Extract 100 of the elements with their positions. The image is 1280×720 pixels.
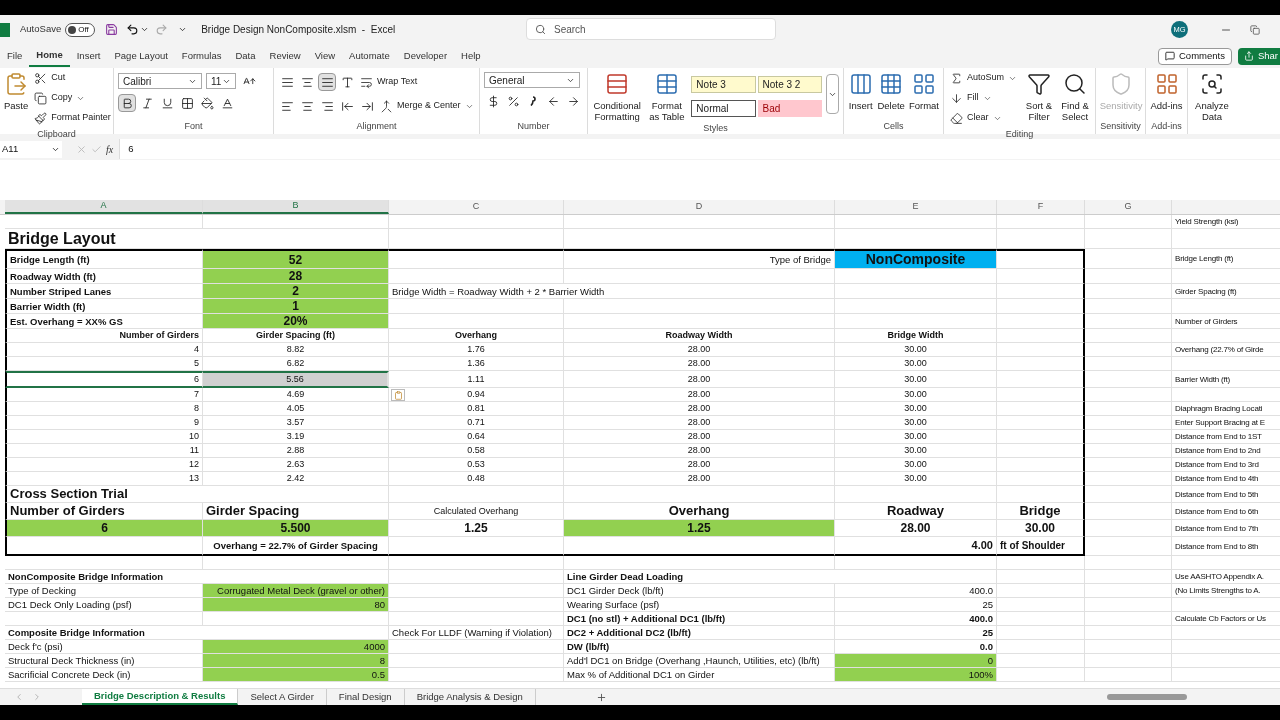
- delete-button[interactable]: Delete: [877, 68, 905, 120]
- caret-icon[interactable]: [140, 25, 150, 34]
- menu-tab[interactable]: Developer: [396, 45, 455, 67]
- column-heading: Bridge Width: [835, 329, 997, 343]
- insert-button[interactable]: Insert: [848, 68, 874, 120]
- input-cell: 2: [203, 284, 389, 299]
- autosave-toggle[interactable]: Off: [65, 22, 96, 37]
- table-cell: 28.00: [835, 520, 997, 537]
- menu-tab[interactable]: File: [0, 45, 30, 67]
- fill-color-button[interactable]: [198, 94, 216, 112]
- sheet-tab[interactable]: Select A Girder: [238, 689, 327, 705]
- align-left-icon: [280, 99, 294, 113]
- insert-cells-icon: [848, 72, 873, 96]
- group-label: Editing: [1005, 128, 1034, 141]
- clipboard-icon: [393, 390, 403, 400]
- find-select-button[interactable]: Find & Select: [1059, 68, 1091, 128]
- horizontal-scrollbar[interactable]: [1106, 694, 1187, 700]
- menu-tab[interactable]: Page Layout: [107, 45, 175, 67]
- insert-function-button[interactable]: fx: [106, 141, 114, 157]
- table-cell: 30.00: [835, 357, 997, 371]
- menu-tab[interactable]: Automate: [342, 45, 397, 67]
- font-name-dropdown[interactable]: Calibri: [118, 73, 202, 89]
- column-header[interactable]: G: [1085, 200, 1172, 214]
- column-header[interactable]: B: [203, 200, 389, 214]
- menu-tab[interactable]: Data: [228, 45, 263, 67]
- enter-icon: [91, 143, 102, 155]
- table-cell: Distance from End to 2nd: [1172, 444, 1280, 458]
- table-cell: 30.00: [835, 416, 997, 430]
- menu-tab[interactable]: View: [307, 45, 343, 67]
- column-heading: Girder Spacing (ft): [203, 329, 389, 343]
- table-cell: 0.53: [389, 458, 564, 472]
- merge-center-button[interactable]: Merge & Center: [378, 96, 476, 116]
- menu-tab[interactable]: Review: [262, 45, 308, 67]
- column-header[interactable]: D: [564, 200, 835, 214]
- wrap-text-button[interactable]: Wrap Text: [358, 72, 420, 92]
- italic-icon: [140, 96, 154, 110]
- column-header[interactable]: E: [835, 200, 997, 214]
- cell-style[interactable]: Bad: [757, 100, 822, 117]
- table-cell: Distance from End to 8th: [1172, 537, 1280, 556]
- formula-input[interactable]: 6: [119, 139, 1280, 159]
- add-ins-button[interactable]: Add-ins: [1150, 68, 1183, 120]
- autosum-button[interactable]: AutoSum: [948, 68, 1020, 88]
- menu-tab[interactable]: Help: [454, 45, 488, 67]
- name-box[interactable]: A11: [0, 140, 62, 158]
- column-header[interactable]: F: [997, 200, 1085, 214]
- column-heading: Roadway Width: [564, 329, 835, 343]
- cut-button[interactable]: Cut: [32, 68, 113, 88]
- table-cell: Deck f'c (psi): [5, 640, 203, 654]
- search-field[interactable]: Search: [526, 18, 776, 40]
- input-cell: 0.5: [203, 668, 389, 682]
- customize-caret-icon[interactable]: [178, 25, 188, 34]
- table-cell: Distance from End to 4th: [1172, 472, 1280, 486]
- table-cell: 3.19: [203, 430, 389, 444]
- clear-button[interactable]: Clear: [948, 108, 1020, 128]
- format-as-table-button[interactable]: Format as Table: [646, 68, 688, 122]
- menu-tab[interactable]: Formulas: [174, 45, 229, 67]
- copy-button[interactable]: Copy: [32, 88, 113, 108]
- table-cell: Max % of Additional DC1 on Girder: [564, 668, 835, 682]
- table-cell: Barrier Width (ft): [1172, 371, 1280, 388]
- analyze-data-button[interactable]: Analyze Data: [1192, 68, 1232, 122]
- fill-button[interactable]: Fill: [948, 88, 1020, 108]
- save-icon[interactable]: [105, 23, 119, 36]
- format-painter-button[interactable]: Format Painter: [32, 108, 113, 128]
- paste-button[interactable]: Paste: [4, 68, 29, 128]
- number-format-dropdown[interactable]: General: [484, 72, 580, 88]
- table-cell: 30.00: [835, 444, 997, 458]
- sort-filter-button[interactable]: Sort & Filter: [1023, 68, 1055, 128]
- bold-button[interactable]: [118, 94, 136, 112]
- table-cell: 28.00: [564, 402, 835, 416]
- table-cell[interactable]: 5.56: [203, 371, 389, 388]
- comma-icon: [530, 96, 536, 106]
- sheet-tab[interactable]: Bridge Description & Results: [82, 689, 239, 705]
- group-label: Clipboard: [37, 128, 76, 141]
- column-header[interactable]: C: [389, 200, 564, 214]
- format-button[interactable]: Format: [908, 68, 939, 120]
- cell-style[interactable]: Normal: [691, 100, 756, 117]
- restore-icon[interactable]: [1250, 24, 1260, 35]
- share-button[interactable]: Shar: [1237, 47, 1280, 65]
- menu-tab[interactable]: Insert: [69, 45, 108, 67]
- sheet-tab[interactable]: Final Design: [326, 689, 405, 705]
- table-cell: Structural Deck Thickness (in): [5, 654, 203, 668]
- autosave-label: AutoSave: [20, 22, 62, 37]
- conditional-formatting-button[interactable]: Conditional Formatting: [592, 68, 643, 122]
- cell-style[interactable]: Note 3 2: [757, 76, 822, 93]
- table-cell[interactable]: 6: [5, 371, 203, 388]
- cell-style[interactable]: Note 3: [691, 76, 756, 93]
- table-cell: 400.0: [835, 612, 997, 626]
- column-header[interactable]: A: [5, 200, 203, 214]
- table-cell: Girder Spacing (ft): [1172, 284, 1280, 299]
- font-size-dropdown[interactable]: 11: [206, 73, 236, 89]
- sheet-tab[interactable]: Bridge Analysis & Design: [404, 689, 536, 705]
- add-sheet-icon[interactable]: [595, 691, 607, 703]
- undo-icon[interactable]: [126, 23, 140, 36]
- table-cell: 400.0: [835, 584, 997, 598]
- table-cell: 28.00: [564, 388, 835, 402]
- table-cell: 1.11: [389, 371, 564, 388]
- table-cell: 28.00: [564, 458, 835, 472]
- bottom-align-button[interactable]: [318, 73, 336, 91]
- comments-button[interactable]: Comments: [1158, 47, 1232, 65]
- table-cell: 12: [5, 458, 203, 472]
